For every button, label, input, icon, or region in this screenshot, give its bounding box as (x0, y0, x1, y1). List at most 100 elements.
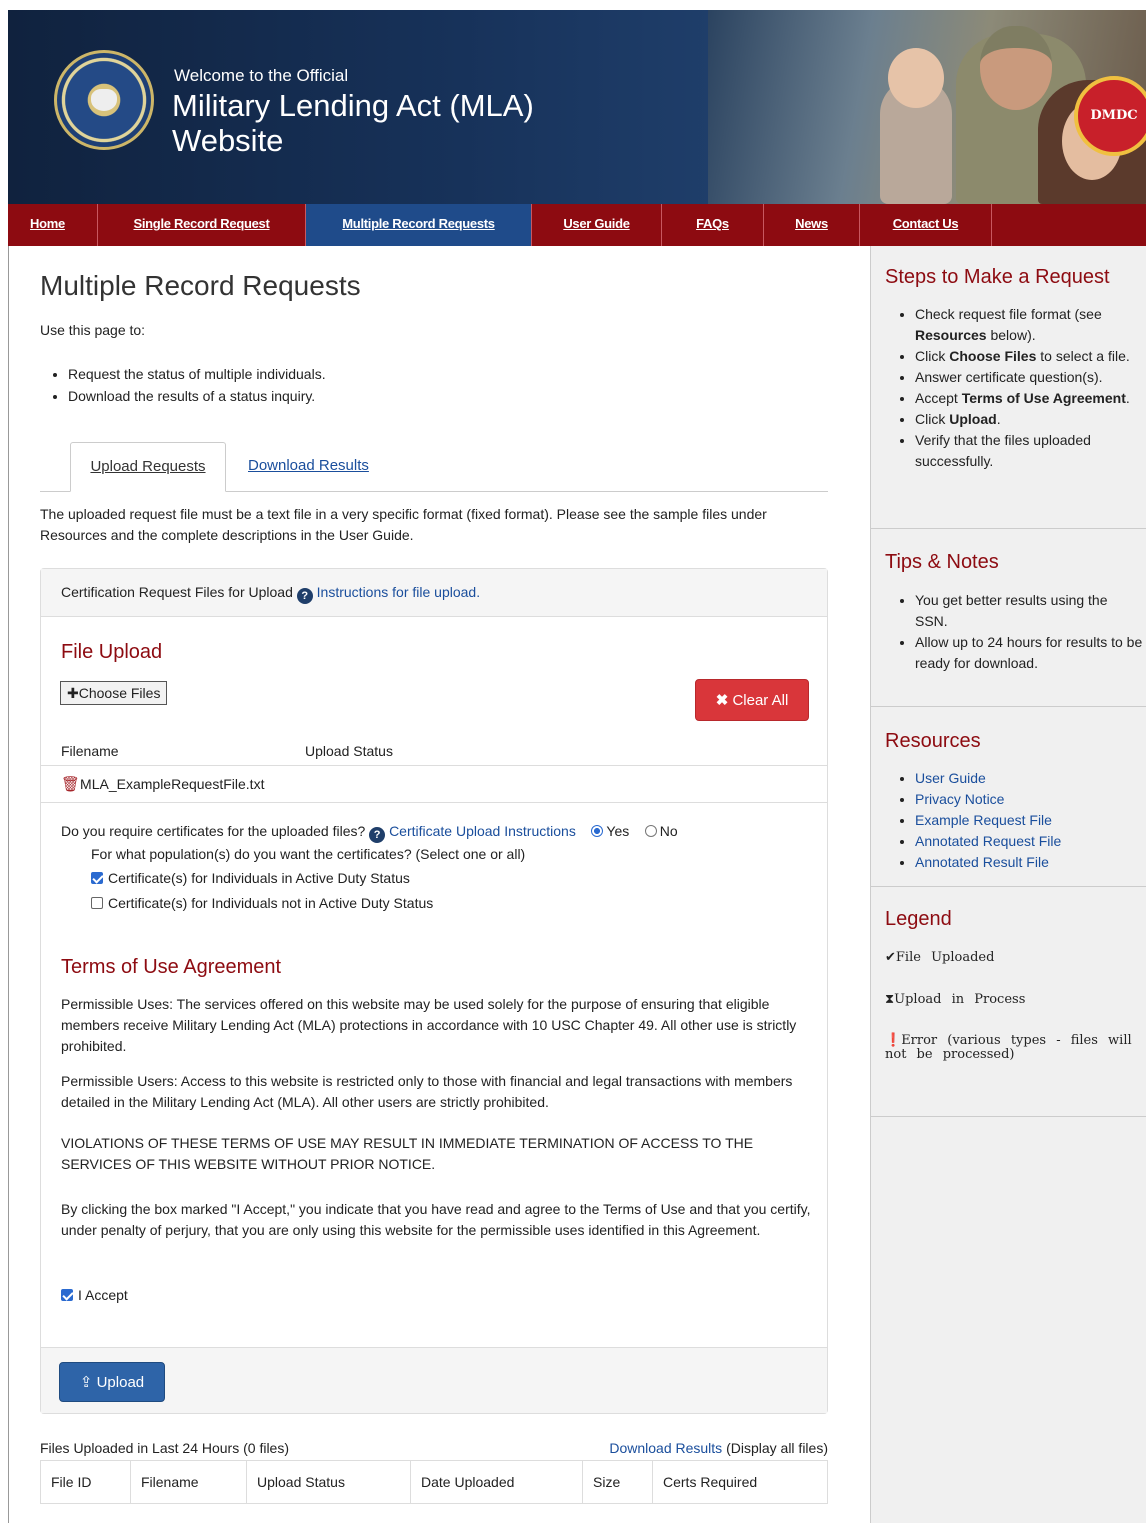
steps-heading: Steps to Make a Request (885, 266, 1110, 288)
file-row: 🗑MLA_ExampleRequestFile.txt (41, 765, 827, 803)
radio-no[interactable] (644, 825, 657, 837)
active-duty-option: Certificate(s) for Individuals in Active… (91, 870, 410, 886)
list-item: Accept Terms of Use Agreement. (915, 388, 1143, 409)
page-title: Multiple Record Requests (40, 270, 361, 301)
file-upload-instructions-link[interactable]: Instructions for file upload. (317, 584, 480, 600)
header-welcome: Welcome to the Official (174, 66, 349, 85)
list-item: Click Upload. (915, 409, 1143, 430)
upload-icon: ⇪ (79, 1374, 93, 1391)
list-item: Example Request File (915, 810, 1143, 831)
list-item: Answer certificate question(s). (915, 367, 1143, 388)
clear-all-button[interactable]: ✖ Clear All (695, 679, 809, 721)
tab-bar: Upload Requests Download Results (40, 442, 828, 492)
nav-faqs[interactable]: FAQs (662, 204, 764, 246)
nav-home[interactable]: Home (8, 204, 98, 246)
legend-error: ❗Error (various types - files will not b… (885, 1033, 1132, 1062)
tab-download-results[interactable]: Download Results (248, 442, 369, 492)
col-certs-required[interactable]: Certs Required (653, 1461, 827, 1503)
resources-list: User Guide Privacy Notice Example Reques… (915, 768, 1143, 873)
list-item: You get better results using the SSN. (915, 590, 1143, 632)
list-item: Annotated Request File (915, 831, 1143, 852)
population-question: For what population(s) do you want the c… (91, 846, 526, 862)
col-file-id[interactable]: File ID (41, 1461, 131, 1503)
radio-yes[interactable] (591, 825, 604, 837)
list-item: Download the results of a status inquiry… (68, 385, 326, 407)
terms-violations: VIOLATIONS OF THESE TERMS OF USE MAY RES… (61, 1135, 754, 1172)
sidebar: Steps to Make a Request Check request fi… (870, 246, 1146, 1523)
tips-list: You get better results using the SSN. Al… (915, 590, 1143, 674)
legend-uploaded: ✔File Uploaded (885, 950, 995, 965)
check-icon: ✔ (885, 950, 896, 965)
terms-permissible-uses: Permissible Uses: The services offered o… (61, 996, 797, 1054)
legend-in-process: ⧗Upload in Process (885, 992, 1026, 1007)
col-upload-status: Upload Status (305, 743, 393, 759)
download-results-link[interactable]: Download Results (609, 1440, 722, 1456)
tab-upload-requests[interactable]: Upload Requests (70, 442, 226, 492)
accept-option: I Accept (61, 1287, 128, 1303)
header-title: Military Lending Act (MLA) Website (172, 88, 534, 158)
resource-annotated-result-link[interactable]: Annotated Result File (915, 854, 1049, 870)
steps-list: Check request file format (see Resources… (915, 304, 1143, 472)
list-item: Verify that the files uploaded successfu… (915, 430, 1143, 472)
list-item: Allow up to 24 hours for results to be r… (915, 632, 1143, 674)
active-duty-checkbox[interactable] (91, 872, 103, 884)
trash-icon[interactable]: 🗑 (61, 776, 80, 793)
recent-files-label: Files Uploaded in Last 24 Hours (0 files… (40, 1440, 290, 1456)
error-icon: ❗ (885, 1033, 902, 1048)
radio-no-label: No (659, 823, 678, 839)
upload-description: The uploaded request file must be a text… (40, 506, 767, 543)
tips-heading: Tips & Notes (885, 551, 999, 573)
choose-files-button[interactable]: ✚Choose Files (60, 681, 168, 705)
info-icon: ? (296, 588, 313, 604)
cert-question: Do you require certificates for the uplo… (61, 823, 678, 843)
resource-privacy-notice-link[interactable]: Privacy Notice (915, 791, 1004, 807)
close-icon: ✖ (715, 692, 729, 709)
list-item: User Guide (915, 768, 1143, 789)
list-item: Click Choose Files to select a file. (915, 346, 1143, 367)
radio-yes-label: Yes (606, 823, 630, 839)
dmdc-logo: DMDC (1074, 76, 1146, 156)
upload-panel: Certification Request Files for Upload ?… (40, 568, 828, 1414)
col-size[interactable]: Size (583, 1461, 653, 1503)
site-header: Welcome to the Official Military Lending… (8, 10, 1146, 204)
recent-files-actions: Download Results (Display all files) (609, 1440, 828, 1456)
nav-contact-us[interactable]: Contact Us (860, 204, 992, 246)
upload-button[interactable]: ⇪ Upload (59, 1362, 165, 1402)
info-icon: ? (369, 827, 386, 843)
not-active-duty-option: Certificate(s) for Individuals not in Ac… (91, 895, 433, 911)
plus-icon: ✚ (67, 685, 79, 701)
panel-heading: Certification Request Files for Upload ?… (41, 569, 827, 617)
resource-annotated-request-link[interactable]: Annotated Request File (915, 833, 1061, 849)
intro-text: Use this page to: (40, 322, 146, 338)
not-active-duty-checkbox[interactable] (91, 897, 103, 909)
panel-footer: ⇪ Upload (41, 1347, 827, 1413)
list-item: Request the status of multiple individua… (68, 363, 326, 385)
terms-accept-note: By clicking the box marked "I Accept," y… (61, 1201, 811, 1238)
intro-list: Request the status of multiple individua… (68, 363, 326, 407)
col-upload-status[interactable]: Upload Status (247, 1461, 411, 1503)
resource-example-request-link[interactable]: Example Request File (915, 812, 1052, 828)
list-item: Check request file format (see Resources… (915, 304, 1143, 346)
col-date-uploaded[interactable]: Date Uploaded (411, 1461, 583, 1503)
col-filename: Filename (61, 743, 119, 759)
resources-heading: Resources (885, 730, 981, 752)
nav-news[interactable]: News (764, 204, 860, 246)
list-item: Annotated Result File (915, 852, 1143, 873)
main-nav: Home Single Record Request Multiple Reco… (8, 204, 1146, 246)
nav-multiple-record-requests[interactable]: Multiple Record Requests (306, 204, 532, 246)
certificate-upload-instructions-link[interactable]: Certificate Upload Instructions (389, 823, 576, 839)
terms-permissible-users: Permissible Users: Access to this websit… (61, 1073, 793, 1110)
terms-heading: Terms of Use Agreement (61, 956, 282, 978)
resource-user-guide-link[interactable]: User Guide (915, 770, 986, 786)
legend-heading: Legend (885, 908, 952, 930)
panel-heading-text: Certification Request Files for Upload (61, 584, 293, 600)
recent-files-table: File ID Filename Upload Status Date Uplo… (40, 1460, 828, 1504)
accept-checkbox[interactable] (61, 1289, 73, 1301)
nav-single-record-request[interactable]: Single Record Request (98, 204, 306, 246)
nav-user-guide[interactable]: User Guide (532, 204, 662, 246)
list-item: Privacy Notice (915, 789, 1143, 810)
file-upload-heading: File Upload (61, 641, 163, 663)
col-filename[interactable]: Filename (131, 1461, 247, 1503)
dod-seal-icon (54, 50, 154, 150)
file-name: MLA_ExampleRequestFile.txt (80, 776, 265, 792)
